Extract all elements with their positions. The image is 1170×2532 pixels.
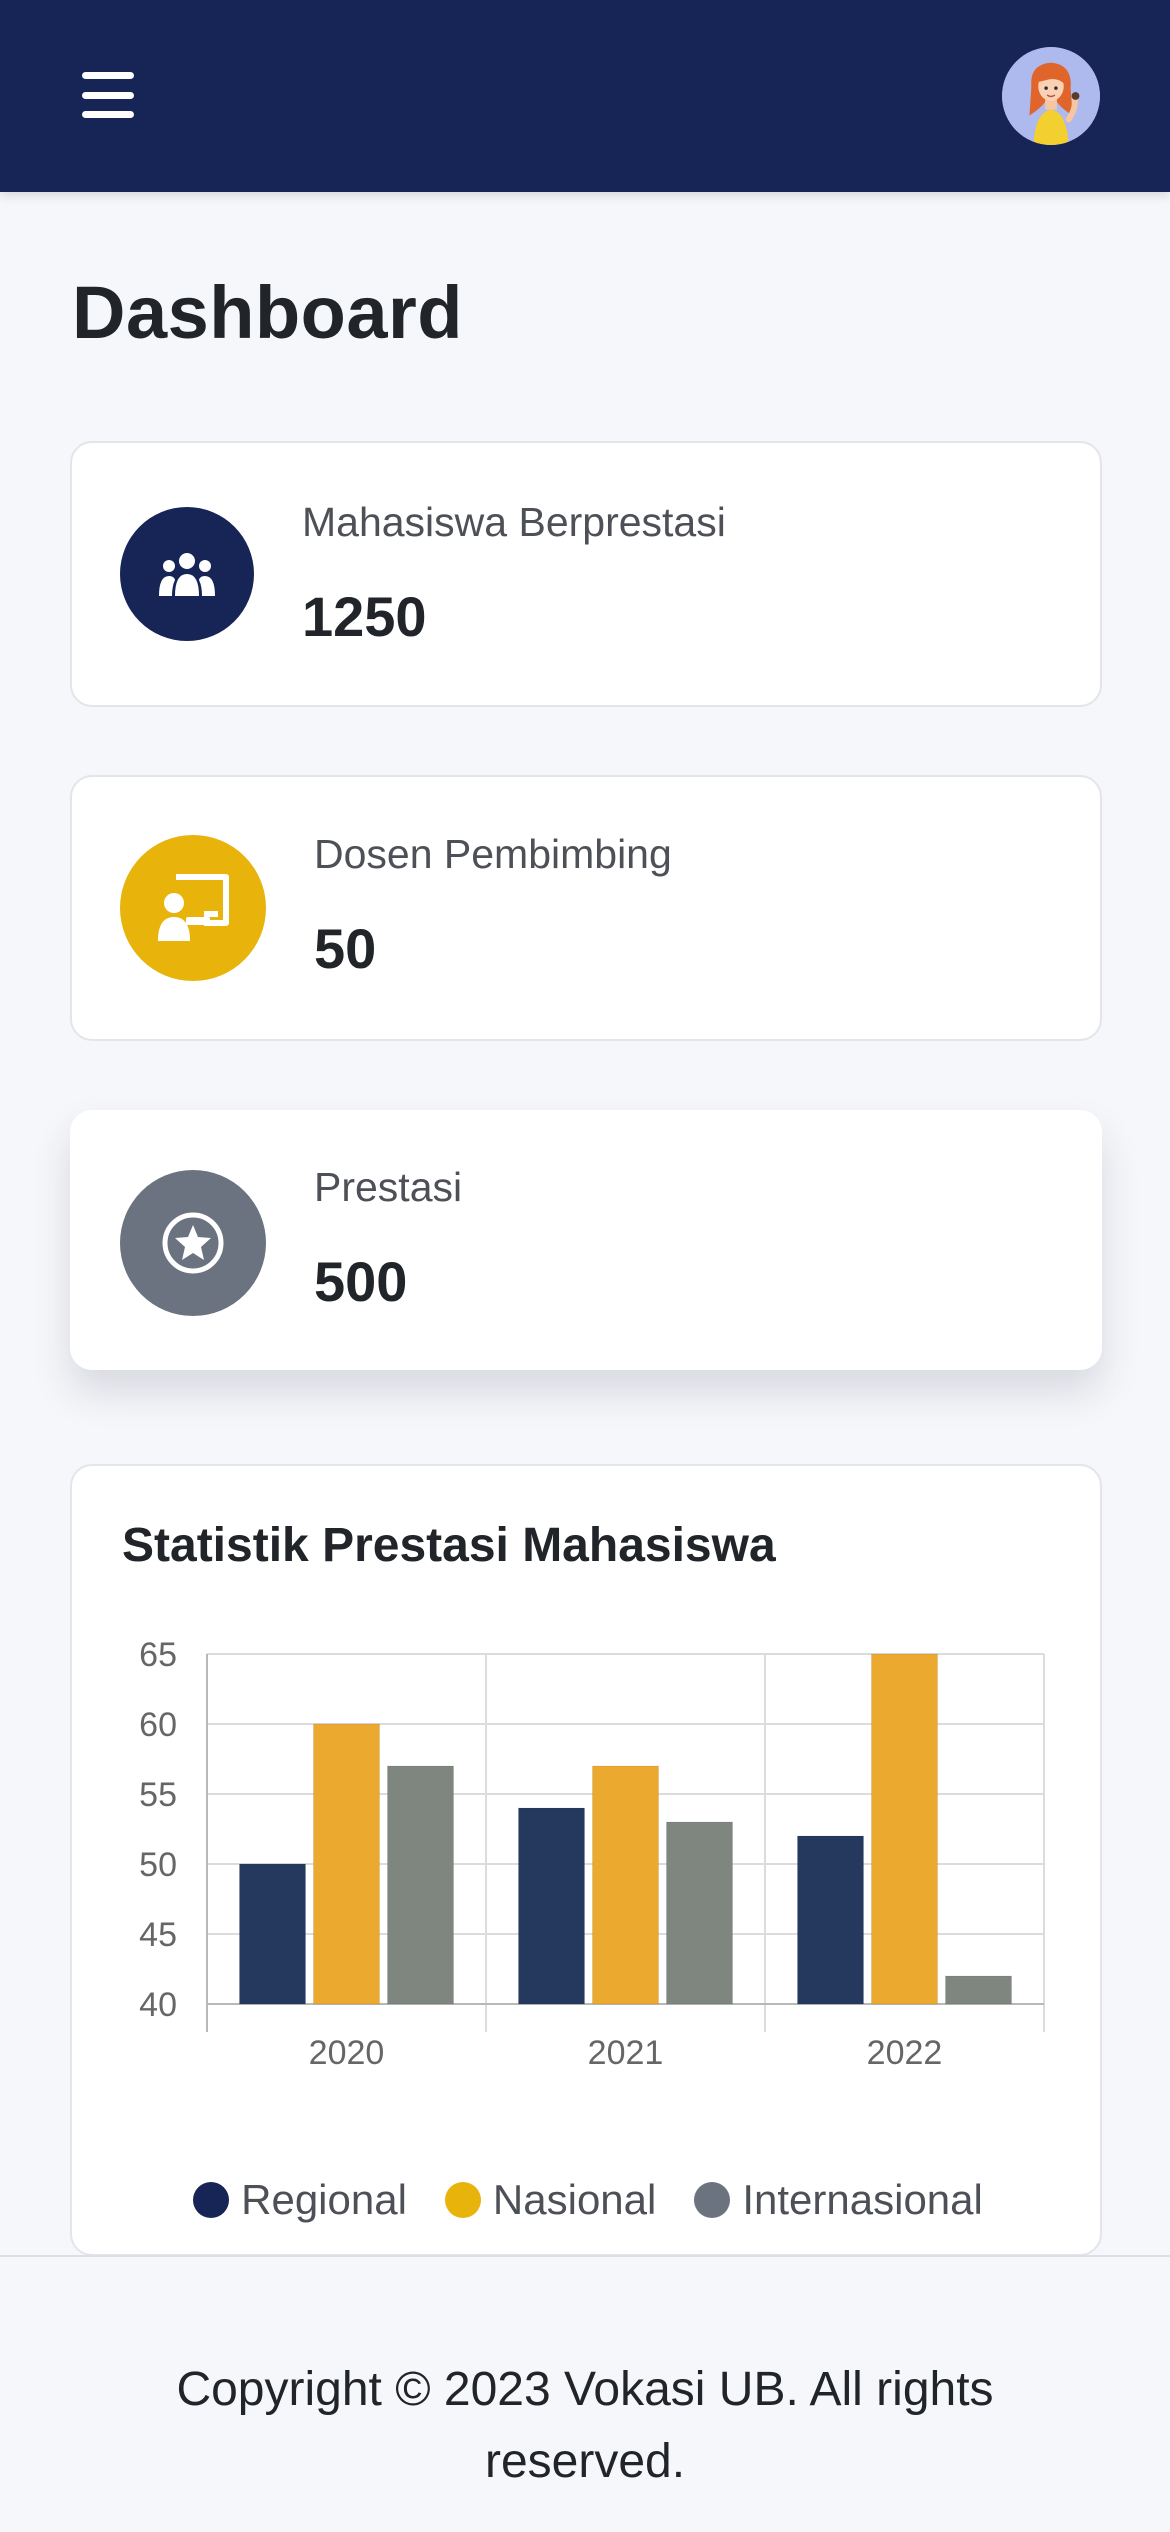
- y-tick-label: 65: [139, 1636, 177, 1674]
- bar-chart[interactable]: 40 45 50 55 60 65 2020 2021 2022: [72, 1616, 1104, 2136]
- stat-value: 500: [314, 1250, 408, 1313]
- bar-regional-2021[interactable]: [518, 1807, 585, 2005]
- legend-label: Regional: [241, 2176, 407, 2223]
- bar-internasional-2020[interactable]: [387, 1765, 454, 2005]
- legend-item-regional[interactable]: Regional: [193, 2176, 407, 2224]
- chart-title: Statistik Prestasi Mahasiswa: [122, 1519, 776, 1572]
- footer-copyright: Copyright © 2023 Vokasi UB. All rights r…: [176, 2363, 994, 2488]
- page-title: Dashboard: [72, 271, 464, 354]
- legend-item-internasional[interactable]: Internasional: [694, 2176, 983, 2224]
- stat-card-mahasiswa-berprestasi[interactable]: Mahasiswa Berprestasi 1250: [70, 441, 1102, 707]
- x-tick-label: 2020: [309, 2034, 385, 2072]
- users-group-icon: [120, 507, 254, 641]
- stat-value: 50: [314, 917, 377, 980]
- x-tick-label: 2021: [588, 2034, 664, 2072]
- legend-label: Internasional: [742, 2176, 983, 2223]
- bar-nasional-2021[interactable]: [592, 1765, 659, 2005]
- top-navbar: [0, 0, 1170, 192]
- y-tick-label: 55: [139, 1776, 177, 1814]
- stat-card-prestasi[interactable]: Prestasi 500: [70, 1110, 1102, 1370]
- bar-regional-2020[interactable]: [239, 1863, 306, 2005]
- bar-internasional-2021[interactable]: [666, 1821, 733, 2005]
- stat-label: Prestasi: [314, 1164, 463, 1210]
- user-avatar[interactable]: [1002, 47, 1100, 145]
- legend-dot: [444, 2182, 481, 2218]
- stat-card-dosen-pembimbing[interactable]: Dosen Pembimbing 50: [70, 775, 1102, 1041]
- x-tick-label: 2022: [867, 2034, 943, 2072]
- y-tick-label: 40: [139, 1986, 177, 2024]
- y-tick-label: 60: [139, 1706, 177, 1744]
- y-tick-label: 45: [139, 1916, 177, 1954]
- chart-card: Statistik Prestasi Mahasiswa 40 45 50 55 60 6…: [70, 1464, 1102, 2256]
- legend-label: Nasional: [492, 2176, 657, 2223]
- bar-nasional-2020[interactable]: [313, 1723, 380, 2005]
- y-tick-label: 50: [139, 1846, 177, 1884]
- chart-legend: Regional Nasional Internasional: [72, 2176, 1104, 2224]
- stat-value: 1250: [302, 585, 427, 648]
- hamburger-menu-icon[interactable]: [82, 72, 134, 118]
- bar-regional-2022[interactable]: [797, 1835, 864, 2005]
- bar-nasional-2022[interactable]: [871, 1653, 938, 2005]
- stat-label: Mahasiswa Berprestasi: [302, 499, 726, 545]
- teacher-board-icon: [120, 835, 266, 981]
- legend-dot: [193, 2182, 230, 2218]
- star-circle-icon: [120, 1170, 266, 1316]
- legend-item-nasional[interactable]: Nasional: [444, 2176, 657, 2224]
- footer-divider: [0, 2255, 1170, 2257]
- bar-internasional-2022[interactable]: [945, 1975, 1012, 2005]
- stat-label: Dosen Pembimbing: [314, 831, 672, 877]
- legend-dot: [694, 2182, 731, 2218]
